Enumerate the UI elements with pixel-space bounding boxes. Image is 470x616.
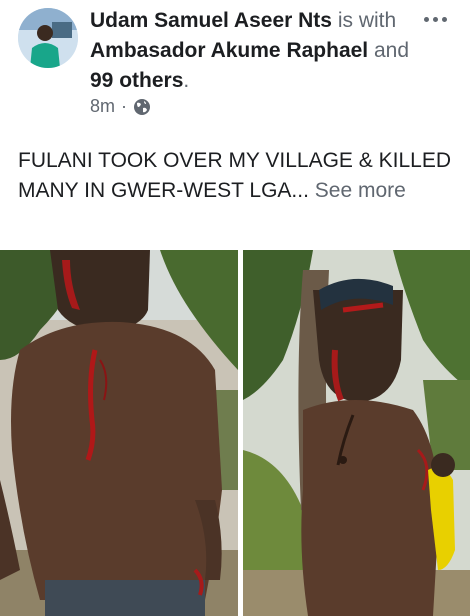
photo-grid bbox=[0, 250, 470, 616]
post-author-line: Udam Samuel Aseer Nts is with Ambasador … bbox=[90, 6, 410, 96]
avatar-image bbox=[18, 8, 78, 68]
globe-icon[interactable] bbox=[133, 98, 151, 116]
see-more-link[interactable]: See more bbox=[315, 179, 406, 202]
tagged-friend-link[interactable]: Ambasador Akume Raphael bbox=[90, 39, 368, 62]
with-text: is with bbox=[337, 9, 397, 32]
and-text: and bbox=[373, 39, 410, 62]
dot bbox=[441, 16, 447, 22]
dot bbox=[432, 16, 438, 22]
post-header: Udam Samuel Aseer Nts is with Ambasador … bbox=[0, 0, 470, 126]
post-body: FULANI TOOK OVER MY VILLAGE & KILLED MAN… bbox=[18, 146, 458, 206]
post-time[interactable]: 8m bbox=[90, 96, 115, 117]
author-avatar[interactable] bbox=[18, 8, 78, 68]
author-name-link[interactable]: Udam Samuel Aseer Nts bbox=[90, 9, 332, 32]
photo-right[interactable] bbox=[243, 250, 470, 616]
post-meta: 8m · bbox=[90, 96, 151, 117]
photo-left-image bbox=[0, 250, 238, 616]
more-options-icon[interactable] bbox=[418, 6, 452, 32]
meta-separator: · bbox=[121, 96, 128, 116]
photo-left[interactable] bbox=[0, 250, 238, 616]
dot bbox=[423, 16, 429, 22]
photo-right-image bbox=[243, 250, 470, 616]
others-link[interactable]: 99 others bbox=[90, 69, 183, 92]
period-text: . bbox=[183, 69, 190, 92]
